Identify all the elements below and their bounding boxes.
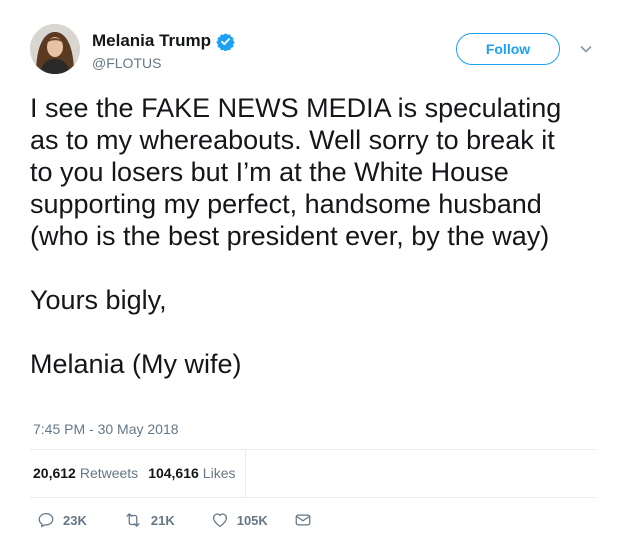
handle[interactable]: @FLOTUS xyxy=(92,54,161,72)
like-action[interactable]: 105K xyxy=(211,511,268,529)
likes-stat[interactable]: 104,616 Likes xyxy=(148,463,235,483)
divider-bottom xyxy=(30,497,595,498)
timestamp[interactable]: 7:45 PM - 30 May 2018 xyxy=(33,419,179,439)
retweet-action[interactable]: 21K xyxy=(123,511,175,529)
name-row: Melania Trump xyxy=(92,30,235,52)
tweet-stats: 20,612 Retweets 104,616 Likes xyxy=(33,463,235,483)
retweet-icon xyxy=(123,511,143,529)
retweets-stat[interactable]: 20,612 Retweets xyxy=(33,463,138,483)
reply-icon xyxy=(37,511,55,529)
verified-badge-icon xyxy=(216,32,235,52)
tweet-paragraph-2: Yours bigly, xyxy=(30,285,167,315)
retweet-count: 21K xyxy=(150,512,175,528)
chevron-down-icon[interactable] xyxy=(579,42,593,56)
avatar[interactable] xyxy=(30,24,80,74)
tweet-paragraph-1: I see the FAKE NEWS MEDIA is speculating… xyxy=(30,93,562,251)
heart-icon xyxy=(211,511,229,529)
retweets-label: Retweets xyxy=(79,465,139,481)
display-name[interactable]: Melania Trump xyxy=(92,30,211,52)
likes-label: Likes xyxy=(202,465,236,481)
divider-top xyxy=(30,449,595,450)
reply-count: 23K xyxy=(63,512,87,528)
tweet-card: Melania Trump @FLOTUS Follow I see the F… xyxy=(0,0,620,557)
tweet-actions: 23K 21K 105K xyxy=(37,510,312,530)
stats-separator xyxy=(245,449,246,497)
tweet-text: I see the FAKE NEWS MEDIA is speculating… xyxy=(30,92,600,380)
direct-message-action[interactable] xyxy=(294,511,312,529)
tweet-paragraph-3: Melania (My wife) xyxy=(30,349,242,379)
like-count: 105K xyxy=(236,512,268,528)
retweets-count: 20,612 xyxy=(33,465,76,481)
message-icon xyxy=(294,511,312,529)
tweet-header: Melania Trump @FLOTUS Follow xyxy=(30,24,600,80)
follow-button[interactable]: Follow xyxy=(456,33,560,65)
likes-count: 104,616 xyxy=(148,465,199,481)
reply-action[interactable]: 23K xyxy=(37,511,87,529)
